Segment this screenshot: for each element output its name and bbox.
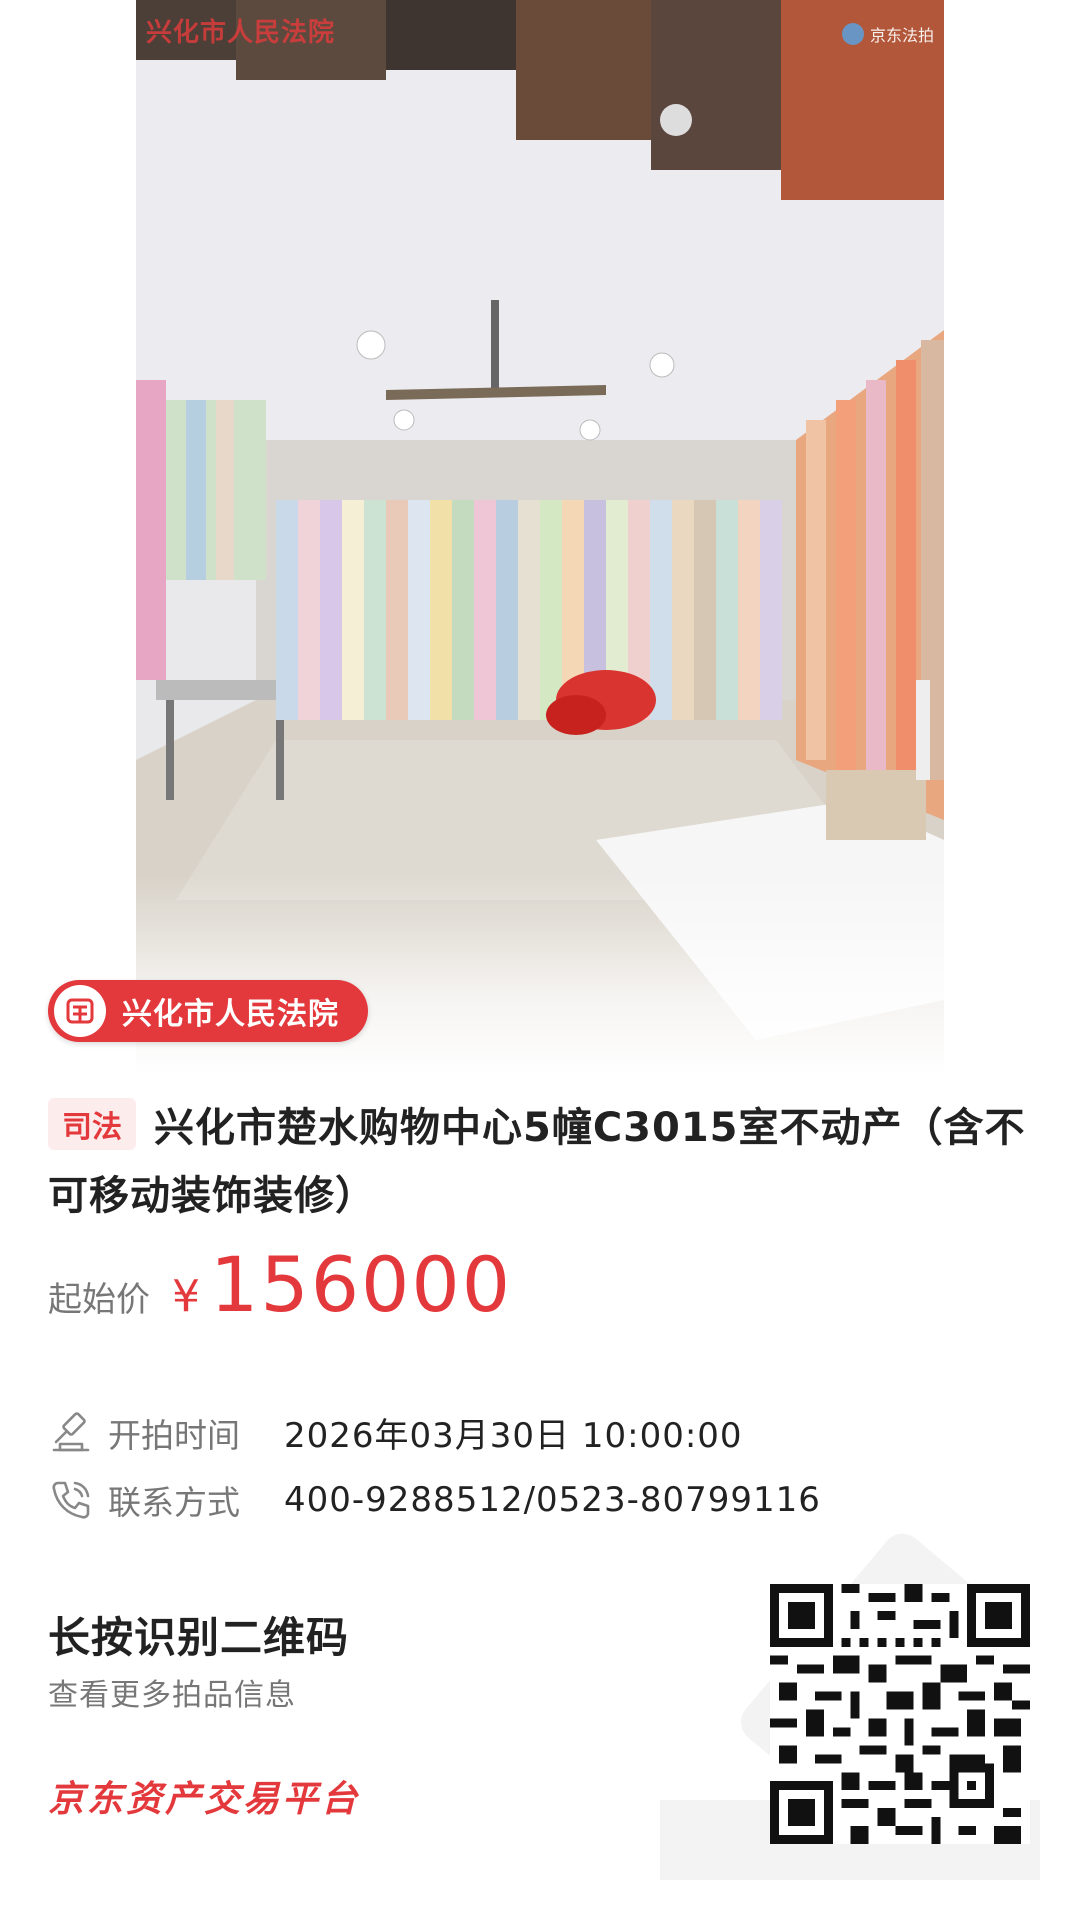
price-label: 起始价 <box>48 1280 150 1320</box>
gavel-icon <box>52 1411 90 1451</box>
brand-logo-icon <box>841 23 864 45</box>
contact-label: 联系方式 <box>108 1483 240 1522</box>
qr-code-image <box>770 1584 1030 1844</box>
qr-code[interactable] <box>770 1584 1030 1844</box>
listing-title-block: 司法 兴化市楚水购物中心5幢C3015室不动产（含不可移动装饰装修） <box>48 1094 1038 1230</box>
platform-logo: 京东资产交易平台 <box>48 1779 361 1820</box>
start-time-label: 开拍时间 <box>108 1415 240 1455</box>
photo-fade-overlay <box>136 875 944 1075</box>
starting-price: 156000 <box>210 1240 513 1329</box>
price-currency: ¥ <box>172 1271 200 1322</box>
judicial-tag: 司法 <box>48 1098 136 1150</box>
court-badge-label: 兴化市人民法院 <box>122 997 339 1032</box>
qr-subtitle: 查看更多拍品信息 <box>48 1678 296 1713</box>
start-time-value: 2026年03月30日 10:00:00 <box>284 1416 743 1456</box>
listing-photo[interactable]: 兴化市人民法院 京东法拍 <box>136 0 944 1075</box>
photo-watermark-brand: 京东法拍 <box>841 22 934 46</box>
photo-watermark-brand-text: 京东法拍 <box>869 26 934 45</box>
price-row: 起始价 ¥ 156000 <box>48 1240 512 1329</box>
court-badge: 兴化市人民法院 <box>48 980 368 1042</box>
qr-title: 长按识别二维码 <box>48 1613 350 1662</box>
start-time-row: 开拍时间 2026年03月30日 10:00:00 <box>48 1408 743 1457</box>
photo-watermark-court: 兴化市人民法院 <box>146 18 336 48</box>
court-emblem-icon <box>54 985 106 1037</box>
phone-icon <box>52 1481 90 1519</box>
listing-title: 兴化市楚水购物中心5幢C3015室不动产（含不可移动装饰装修） <box>48 1105 1026 1219</box>
